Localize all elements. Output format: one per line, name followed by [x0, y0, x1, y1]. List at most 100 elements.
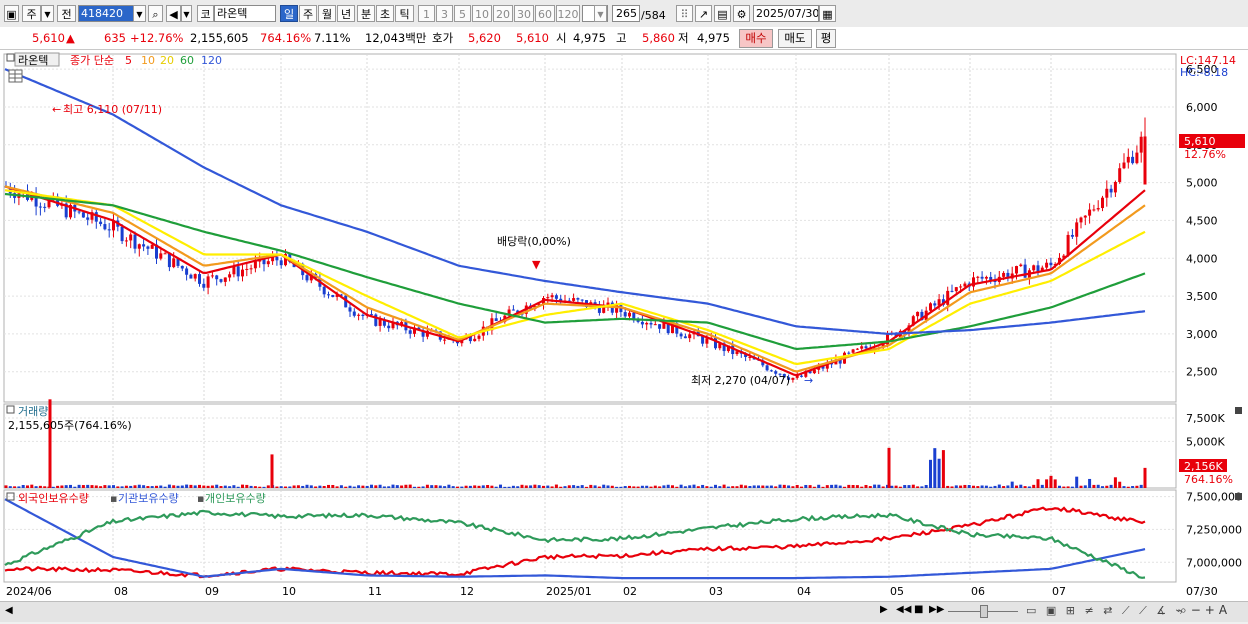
volume-bar	[60, 485, 64, 488]
zoom-controls-icon[interactable]: ⌕−+A	[1180, 603, 1231, 618]
volume-bar	[395, 485, 399, 488]
change-amount: 635	[104, 31, 126, 45]
interval-120-button[interactable]: 120	[556, 5, 580, 22]
forward-icon[interactable]: ▶▶	[929, 604, 944, 615]
candle-body	[1066, 234, 1070, 256]
volume-bar	[610, 485, 614, 488]
search-icon[interactable]: ⌕	[148, 5, 163, 22]
volume-bar	[1027, 486, 1031, 488]
volume-bar	[404, 484, 408, 488]
sell-button[interactable]: 매도	[778, 29, 812, 48]
volume-bar	[739, 484, 743, 488]
chart-canvas[interactable]: 2024/06 08 09 10 11 12 2025/01 02 03 04 05 06 07 6,5…	[0, 50, 1248, 621]
volume-bar	[834, 484, 838, 488]
window-icon[interactable]: ▣	[4, 5, 19, 22]
volume-bar	[817, 484, 821, 488]
candle-body	[348, 307, 352, 312]
speaker-icon[interactable]: ◀	[166, 5, 181, 22]
interval-5-button[interactable]: 5	[454, 5, 471, 22]
chart-area[interactable]: 2024/06 08 09 10 11 12 2025/01 02 03 04 05 06 07 6,5…	[0, 50, 1248, 621]
date-input[interactable]: 2025/07/30	[753, 5, 819, 22]
ma-label: 종가 단순	[70, 54, 114, 67]
x-tick-label: 06	[971, 585, 985, 598]
period-tick-button[interactable]: 틱	[395, 5, 414, 22]
volume-close-icon[interactable]	[1235, 407, 1242, 414]
volume-bar	[1126, 486, 1130, 488]
gear-icon[interactable]: ⚙	[733, 5, 750, 22]
interval-3-button[interactable]: 3	[436, 5, 453, 22]
period-day-button[interactable]: 일	[280, 5, 298, 22]
speaker-dropdown-icon[interactable]: ▼	[181, 5, 192, 22]
volume-bar	[124, 485, 128, 488]
volume-bar	[99, 486, 103, 488]
candle-body	[477, 335, 481, 339]
candle-body	[980, 276, 984, 279]
volume-bar	[597, 486, 601, 488]
count-input[interactable]: 265	[612, 5, 640, 22]
volume-bar	[933, 448, 937, 488]
volume-bar	[245, 484, 249, 488]
stock-code-input[interactable]: 418420	[78, 5, 134, 22]
candle-body	[679, 333, 683, 337]
market-dropdown-icon[interactable]: ▼	[41, 5, 54, 22]
code-dropdown-icon[interactable]: ▼	[133, 5, 146, 22]
candle-body	[1088, 209, 1092, 216]
volume-bar	[546, 485, 550, 488]
eval-button[interactable]: 평	[816, 29, 836, 48]
interval-20-button[interactable]: 20	[493, 5, 513, 22]
volume-bar	[327, 484, 330, 488]
stock-name-field[interactable]: 라온텍	[214, 5, 276, 22]
volume-bar	[890, 485, 894, 488]
scroll-left-icon[interactable]: ◀	[5, 605, 13, 616]
high-label: 고	[616, 31, 627, 45]
grid-icon[interactable]: ⠿	[676, 5, 693, 22]
volume-bar	[468, 485, 472, 488]
stop-icon[interactable]: ■	[914, 604, 923, 615]
price-y-tick: 5,000	[1186, 177, 1218, 190]
candle-body	[77, 211, 81, 213]
volume-bar	[705, 486, 709, 488]
volume-bar	[632, 486, 636, 488]
volume-bar	[318, 485, 322, 488]
interval-1-button[interactable]: 1	[418, 5, 435, 22]
volume-bar	[666, 484, 670, 488]
interval-dropdown-icon[interactable]: ▼	[594, 5, 607, 22]
volume-bar	[202, 485, 206, 488]
period-month-button[interactable]: 월	[318, 5, 336, 22]
drawing-tools-icons[interactable]: ▭ ▣ ⊞ ≠ ⇄ ⟋ ⟋ ∡ ⌁	[1026, 604, 1185, 618]
volume-bar	[950, 486, 954, 488]
candle-body	[954, 287, 958, 292]
candle-body	[107, 229, 111, 231]
candle-body	[1135, 152, 1139, 164]
scroll-thumb[interactable]	[980, 605, 988, 618]
change-percent: +12.76%	[130, 31, 184, 45]
interval-10-button[interactable]: 10	[472, 5, 492, 22]
holding-close-icon[interactable]	[1235, 493, 1242, 500]
rewind-icon[interactable]: ◀◀	[896, 604, 911, 615]
chart-tool-icon[interactable]: ↗	[695, 5, 712, 22]
candle-body	[378, 319, 382, 326]
scroll-right-icon[interactable]: ▶	[880, 604, 888, 615]
period-week-button[interactable]: 주	[299, 5, 317, 22]
interval-30-button[interactable]: 30	[514, 5, 534, 22]
period-year-button[interactable]: 년	[337, 5, 355, 22]
volume-bar	[77, 484, 81, 488]
candle-body	[1126, 156, 1130, 163]
market-select[interactable]: 주	[22, 5, 41, 22]
prev-button[interactable]: 전	[57, 5, 76, 22]
save-icon[interactable]: ▤	[714, 5, 731, 22]
volume-bar	[748, 485, 752, 488]
buy-button[interactable]: 매수	[739, 29, 773, 48]
low-annotation: 최저 2,270 (04/07)	[691, 374, 790, 387]
candle-body	[916, 311, 920, 317]
candle-body	[94, 212, 98, 222]
period-second-button[interactable]: 초	[376, 5, 394, 22]
volume-bar	[357, 485, 361, 488]
volume-bar	[847, 484, 851, 488]
period-minute-button[interactable]: 분	[357, 5, 375, 22]
interval-60-button[interactable]: 60	[535, 5, 555, 22]
bottom-scrollbar[interactable]: ◀ ▶ ◀◀ ■ ▶▶ ▭ ▣ ⊞ ≠ ⇄ ⟋ ⟋ ∡ ⌁ ⌕−+A	[0, 601, 1248, 622]
calendar-icon[interactable]: ▦	[819, 5, 836, 22]
volume-bar	[301, 485, 305, 488]
volume-bar	[309, 485, 313, 488]
